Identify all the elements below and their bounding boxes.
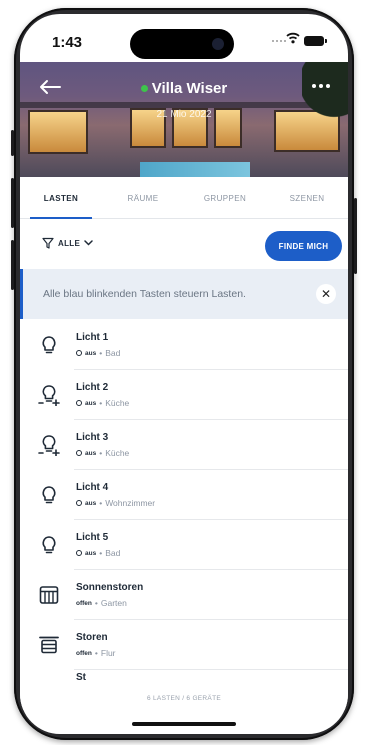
load-meta: aus • Bad [76, 548, 120, 558]
home-subtitle: 21 Mio 2022 [156, 109, 212, 120]
tab-gruppen[interactable]: GRUPPEN [184, 177, 266, 218]
info-banner-text: Alle blau blinkenden Tasten steuern Last… [43, 288, 246, 300]
load-room: Garten [100, 598, 127, 608]
load-meta: aus • Bad [76, 348, 120, 358]
more-options-icon[interactable] [308, 76, 334, 96]
camera-icon [212, 38, 224, 50]
status-ring-icon [76, 350, 82, 356]
home-indicator[interactable] [132, 722, 236, 726]
close-icon[interactable]: ✕ [316, 284, 336, 304]
bulb-icon [42, 536, 56, 554]
load-meta: aus • Wohnzimmer [76, 498, 155, 508]
load-name: Licht 3 [76, 432, 109, 443]
load-state: aus [85, 499, 97, 507]
dynamic-island [130, 29, 234, 59]
chevron-down-icon [84, 240, 93, 246]
load-item-licht-4[interactable]: Licht 4 aus • Wohnzimmer [20, 470, 348, 520]
load-state: offen [76, 649, 92, 657]
bulb-icon [42, 336, 56, 354]
status-time: 1:43 [52, 34, 83, 51]
home-title-text: Villa Wiser [151, 80, 228, 97]
dimmer-bulb-icon [38, 385, 60, 406]
load-item-sonnenstoren[interactable]: Sonnenstoren offen • Garten [20, 570, 348, 620]
tab-szenen[interactable]: SZENEN [266, 177, 348, 218]
load-list: Licht 1 aus • Bad Licht 2 aus • Küche Li… [20, 320, 348, 670]
load-item-licht-5[interactable]: Licht 5 aus • Bad [20, 520, 348, 570]
load-room: Küche [105, 398, 130, 408]
status-ring-icon [76, 400, 82, 406]
load-meta: offen • Flur [76, 648, 116, 658]
volume-down-button [11, 240, 14, 290]
load-meta: aus • Küche [76, 398, 129, 408]
info-banner: Alle blau blinkenden Tasten steuern Last… [20, 269, 348, 319]
load-item-licht-3[interactable]: Licht 3 aus • Küche [20, 420, 348, 470]
load-room: Küche [105, 448, 130, 458]
load-state: offen [76, 599, 92, 607]
load-name: Licht 5 [76, 532, 109, 543]
load-name: Licht 1 [76, 332, 109, 343]
load-item-licht-1[interactable]: Licht 1 aus • Bad [20, 320, 348, 370]
status-ring-icon [76, 550, 82, 556]
load-name: Storen [76, 632, 108, 643]
tab-raeume[interactable]: RÄUME [102, 177, 184, 218]
bulb-icon [42, 486, 56, 504]
awning-icon [39, 586, 59, 604]
load-room: Bad [105, 548, 121, 558]
filter-row: ALLE FINDE MICH [20, 219, 348, 269]
battery-icon [304, 36, 327, 46]
status-bar: 1:43 [20, 14, 348, 62]
load-state: aus [85, 349, 97, 357]
online-indicator [140, 85, 148, 92]
load-name: Sonnenstoren [76, 582, 144, 593]
volume-up-button [11, 178, 14, 228]
filter-label: ALLE [58, 238, 81, 248]
action-button [11, 130, 14, 156]
phone-frame: 1:43 Villa Wiser 21 Mio 2022 LASTEN RÄUM… [11, 8, 357, 740]
blind-icon [39, 636, 59, 654]
load-room: Flur [100, 648, 116, 658]
load-name: Licht 2 [76, 382, 109, 393]
load-count-label: 6 LASTEN / 6 GERÄTE [20, 686, 348, 710]
load-room: Bad [105, 348, 121, 358]
home-title: Villa Wiser [20, 80, 348, 97]
header-hero: Villa Wiser 21 Mio 2022 [20, 62, 348, 177]
status-ring-icon [76, 500, 82, 506]
filter-funnel-icon [42, 237, 54, 249]
load-room: Wohnzimmer [105, 498, 156, 508]
load-meta: aus • Küche [76, 448, 129, 458]
load-item-partial[interactable]: St [76, 672, 86, 683]
screen: 1:43 Villa Wiser 21 Mio 2022 LASTEN RÄUM… [20, 14, 348, 734]
tab-bar: LASTEN RÄUME GRUPPEN SZENEN [20, 177, 348, 219]
load-item-licht-2[interactable]: Licht 2 aus • Küche [20, 370, 348, 420]
filter-dropdown[interactable]: ALLE [42, 237, 93, 249]
load-state: aus [85, 549, 97, 557]
locate-me-button[interactable]: FINDE MICH [265, 231, 342, 261]
wifi-icon [286, 32, 300, 44]
load-meta: offen • Garten [76, 598, 127, 608]
tab-lasten[interactable]: LASTEN [20, 177, 102, 219]
load-state: aus [85, 449, 97, 457]
dimmer-bulb-icon [38, 435, 60, 456]
load-state: aus [85, 399, 97, 407]
load-item-storen[interactable]: Storen offen • Flur [20, 620, 348, 670]
status-ring-icon [76, 450, 82, 456]
power-button [354, 198, 357, 274]
signal-icon [272, 40, 286, 42]
load-name: Licht 4 [76, 482, 109, 493]
